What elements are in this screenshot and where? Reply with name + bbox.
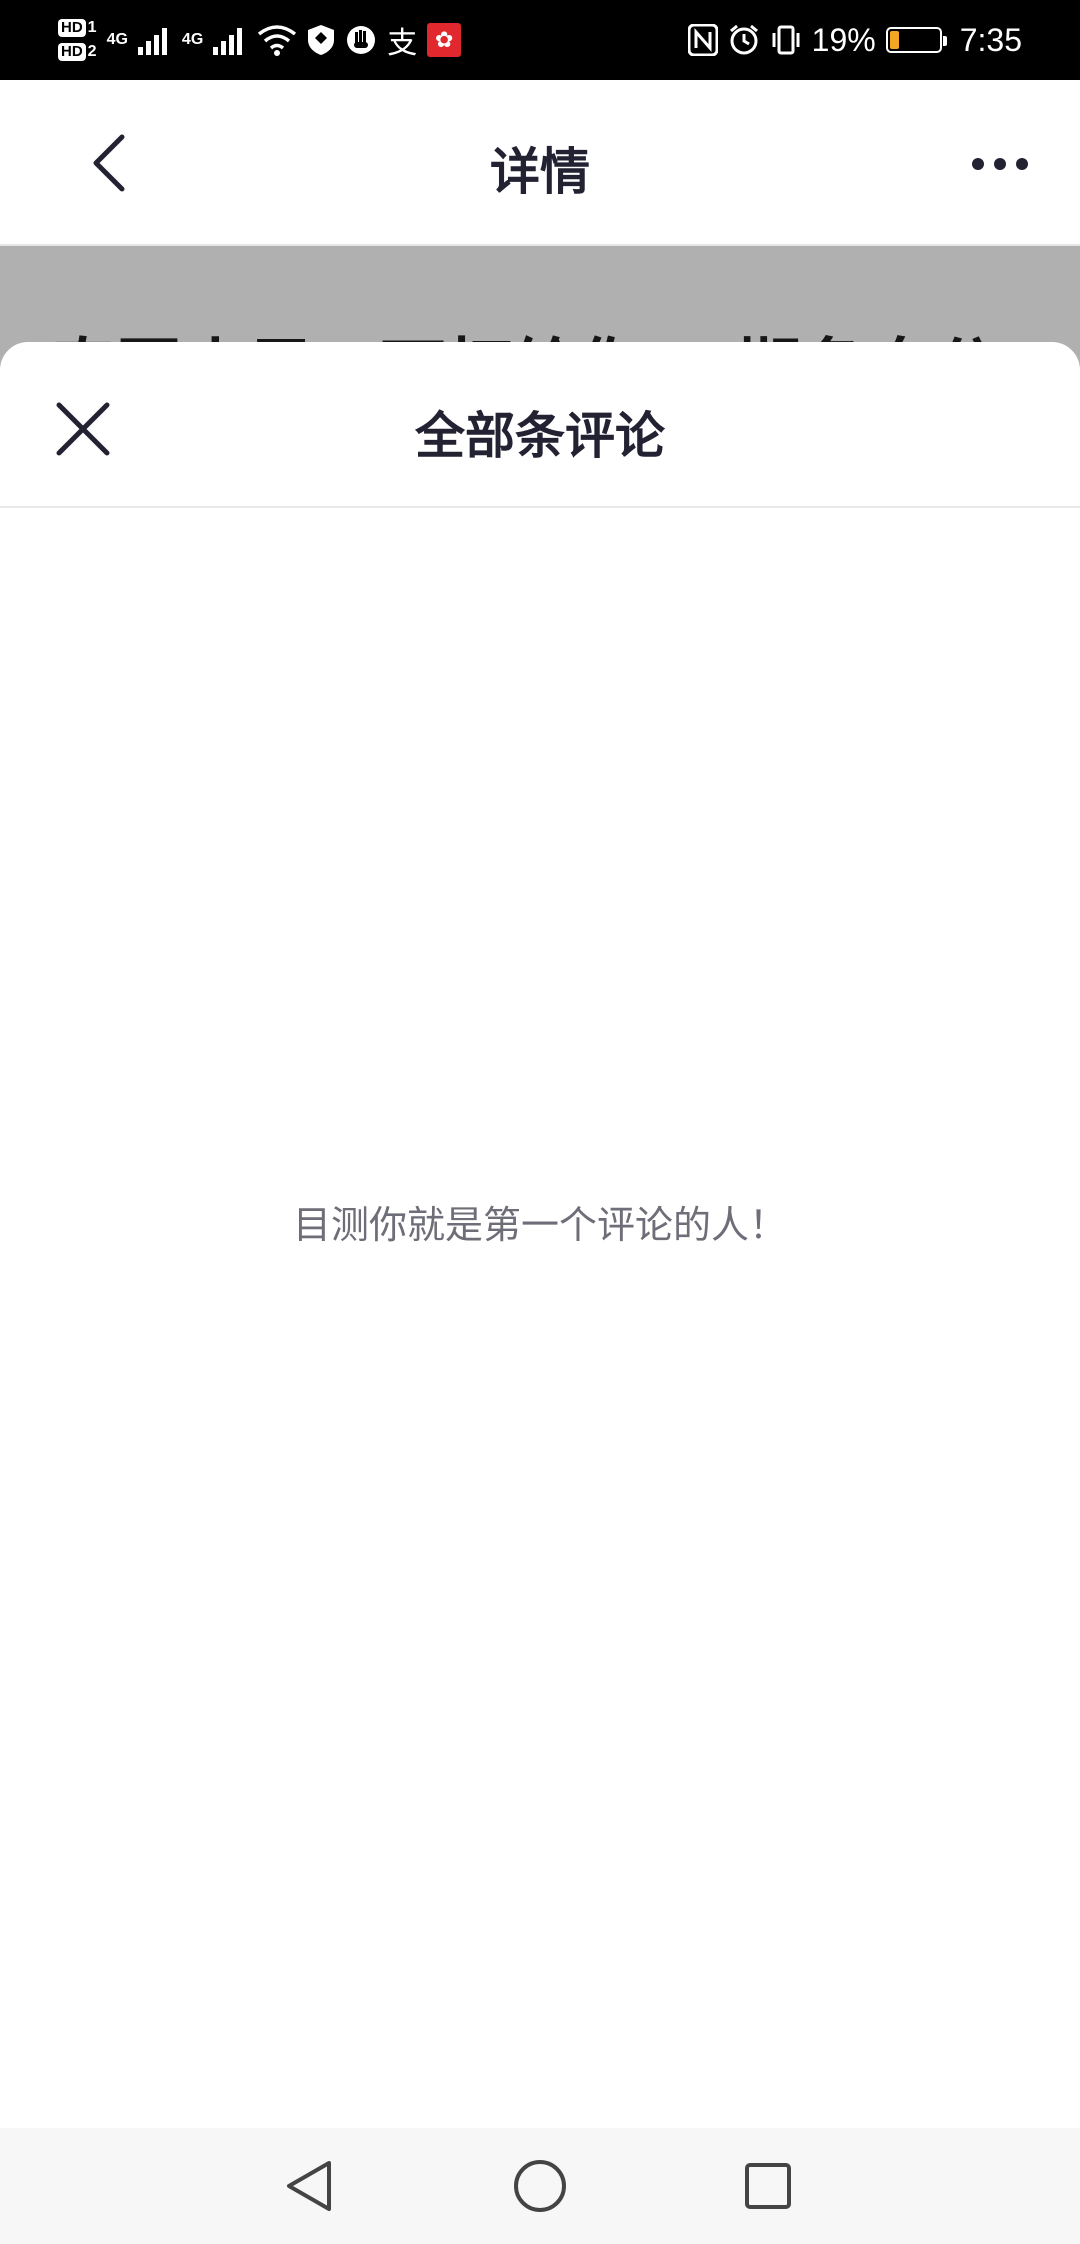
status-bar: HD 1 HD 2 4G 4G 支 ✿ 19% 7:35 [0, 0, 1080, 80]
battery-icon [885, 27, 947, 53]
nav-home-button[interactable] [510, 2156, 570, 2216]
signal-icon [137, 28, 167, 55]
status-bar-left: HD 1 HD 2 4G 4G 支 ✿ [58, 12, 462, 68]
top-app-bar: 详情 [0, 80, 1080, 246]
more-options-button[interactable] [960, 134, 1040, 194]
clock: 7:35 [959, 21, 1022, 58]
hd-indicators: HD 1 HD 2 [58, 19, 97, 61]
nav-recents-icon [745, 2163, 791, 2209]
nav-recents-button[interactable] [738, 2156, 798, 2216]
battery-level [889, 31, 899, 49]
hand-icon [347, 26, 376, 54]
comments-sheet: 全部条评论 目测你就是第一个评论的人！ [0, 342, 1080, 2128]
nav-back-icon [287, 2161, 331, 2211]
battery-percent: 19% [811, 21, 876, 58]
more-dots-icon [972, 158, 984, 170]
nav-back-button[interactable] [280, 2156, 340, 2216]
nav-home-icon [514, 2160, 566, 2212]
system-nav-bar [0, 2128, 1080, 2244]
wifi-icon [258, 25, 297, 56]
shield-icon [308, 25, 335, 55]
hd2-badge: HD [58, 43, 86, 61]
page-title: 详情 [490, 143, 590, 201]
more-dots-icon [994, 158, 1006, 170]
hd2-sub: 2 [87, 43, 97, 60]
comments-sheet-header: 全部条评论 [0, 342, 1080, 508]
hd1-sub: 1 [87, 19, 97, 36]
nfc-icon [687, 24, 718, 56]
app-red-icon: ✿ [427, 23, 462, 57]
alarm-icon [729, 24, 758, 55]
vibrate-icon [772, 25, 800, 55]
status-bar-right: 19% 7:35 [687, 12, 1022, 68]
comments-title: 全部条评论 [415, 407, 665, 465]
empty-comments-message: 目测你就是第一个评论的人！ [292, 1203, 787, 1247]
network-type-2: 4G [181, 31, 204, 48]
network-type-1: 4G [106, 31, 128, 48]
alipay-icon: 支 [387, 26, 418, 61]
signal-icon [213, 28, 243, 55]
hd1-badge: HD [58, 19, 86, 37]
more-dots-icon [1016, 158, 1028, 170]
